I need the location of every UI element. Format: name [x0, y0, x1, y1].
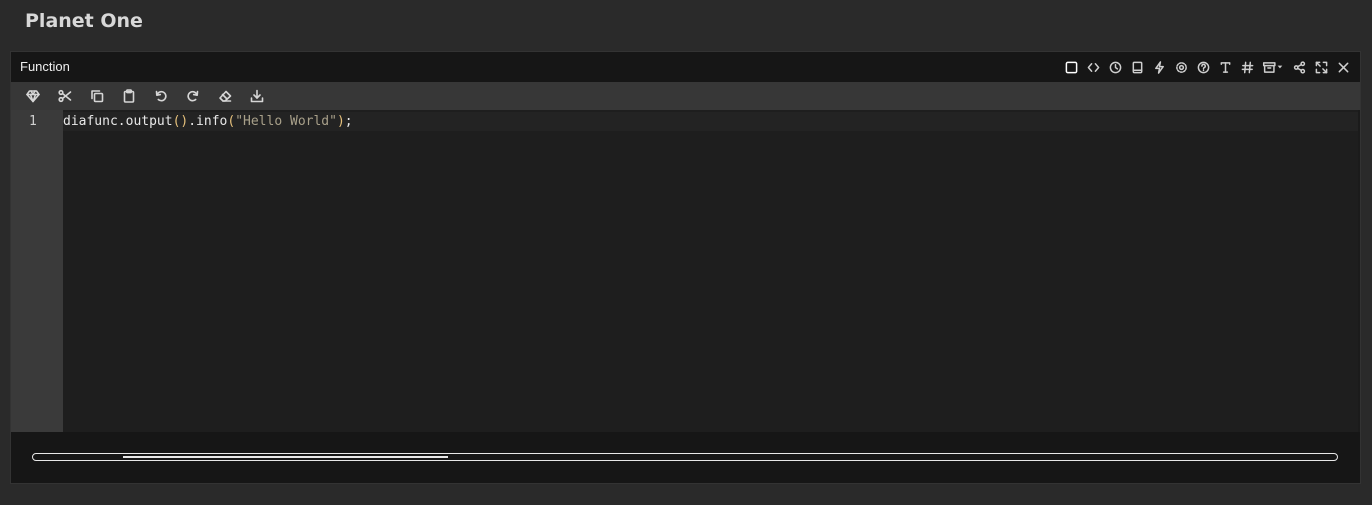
gear-icon[interactable] [1172, 58, 1190, 76]
eraser-icon[interactable] [215, 86, 235, 106]
horizontal-scrollbar[interactable] [32, 453, 1338, 461]
code-token-string: "Hello World" [235, 114, 337, 129]
copy-icon[interactable] [87, 86, 107, 106]
archive-dropdown-icon[interactable] [1260, 58, 1286, 76]
code-token: ; [344, 114, 353, 129]
gem-icon[interactable] [23, 86, 43, 106]
line-number: 1 [29, 114, 37, 129]
app-title: Planet One [25, 10, 143, 32]
editor-footer [11, 432, 1360, 483]
editor-toolbar [11, 82, 1360, 110]
panel-title: Function [20, 59, 70, 74]
code-token: diafunc.output [63, 114, 173, 129]
scissors-icon[interactable] [55, 86, 75, 106]
square-icon[interactable] [1062, 58, 1080, 76]
redo-icon[interactable] [183, 86, 203, 106]
clipboard-icon[interactable] [119, 86, 139, 106]
code-token-paren: ) [336, 114, 345, 129]
panel-header: Function [11, 52, 1360, 82]
code-line[interactable]: diafunc.output().info("Hello World"); [63, 114, 353, 129]
bolt-icon[interactable] [1150, 58, 1168, 76]
book-icon[interactable] [1128, 58, 1146, 76]
scrollbar-thumb[interactable] [123, 456, 448, 458]
code-editor[interactable]: 1 diafunc.output().info("Hello World"); [11, 110, 1358, 432]
code-token: .info [188, 114, 228, 129]
close-icon[interactable] [1334, 58, 1352, 76]
expand-icon[interactable] [1312, 58, 1330, 76]
text-icon[interactable] [1216, 58, 1234, 76]
code-icon[interactable] [1084, 58, 1102, 76]
line-number-gutter: 1 [11, 110, 63, 432]
undo-icon[interactable] [151, 86, 171, 106]
help-icon[interactable] [1194, 58, 1212, 76]
panel-header-actions [1062, 57, 1352, 77]
code-token-paren: () [172, 114, 189, 129]
clock-icon[interactable] [1106, 58, 1124, 76]
download-icon[interactable] [247, 86, 267, 106]
share-icon[interactable] [1290, 58, 1308, 76]
function-panel: Function 1 diafunc.output().info("Hello … [10, 51, 1361, 484]
hash-icon[interactable] [1238, 58, 1256, 76]
